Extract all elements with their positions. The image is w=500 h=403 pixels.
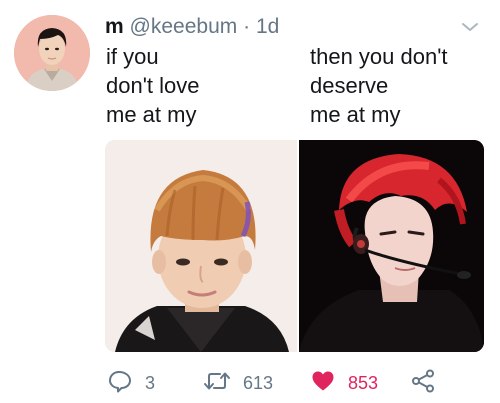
like-count: 853: [348, 372, 379, 393]
reply-count: 3: [145, 372, 156, 393]
retweet-button[interactable]: 613: [203, 368, 273, 398]
like-button[interactable]: 853: [310, 368, 378, 398]
share-button[interactable]: [410, 368, 436, 398]
heart-icon: [310, 368, 336, 399]
reply-button[interactable]: 3: [107, 368, 155, 398]
tweet[interactable]: m @keeebum · 1d if you don't love me at …: [0, 0, 500, 403]
tweet-text-left: if you don't love me at my: [106, 42, 200, 129]
tweet-photo-right[interactable]: [299, 140, 484, 352]
retweet-count: 613: [243, 372, 274, 393]
retweet-icon: [203, 368, 231, 399]
separator-dot: ·: [243, 15, 251, 38]
tweet-photo-left[interactable]: [105, 140, 297, 352]
tweet-text-line: me at my: [106, 102, 197, 127]
tweet-actions: 3 613 853: [0, 368, 500, 398]
avatar[interactable]: [14, 15, 90, 91]
timestamp[interactable]: 1d: [256, 15, 279, 38]
reply-icon: [107, 368, 133, 399]
tweet-text-line: then you don't: [310, 44, 448, 69]
tweet-header: m @keeebum · 1d: [105, 14, 279, 40]
tweet-text-right: then you don't deserve me at my: [310, 42, 448, 129]
tweet-text-line: deserve: [310, 73, 389, 98]
display-name[interactable]: m: [105, 15, 124, 38]
user-handle[interactable]: @keeebum: [130, 15, 238, 38]
share-icon: [410, 368, 436, 399]
tweet-text-line: if you: [106, 44, 159, 69]
tweet-text-line: me at my: [310, 102, 401, 127]
tweet-text-line: don't love: [106, 73, 200, 98]
chevron-down-icon[interactable]: [460, 20, 480, 34]
